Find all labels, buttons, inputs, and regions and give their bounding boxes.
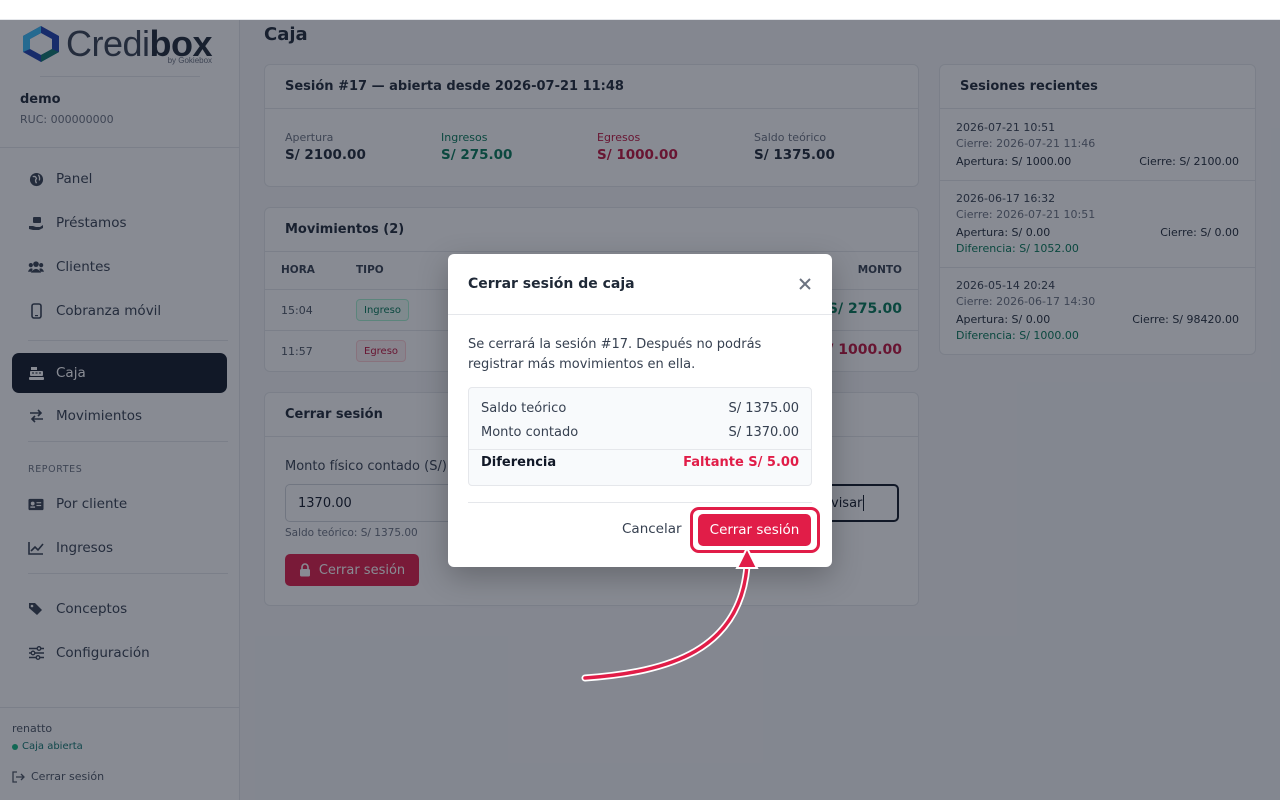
summary-difference-value: Faltante S/ 5.00 — [683, 455, 799, 470]
summary-value: S/ 1375.00 — [728, 401, 799, 416]
summary-value: S/ 1370.00 — [728, 425, 799, 440]
divider — [469, 449, 811, 450]
summary-label: Saldo teórico — [481, 401, 567, 416]
divider — [468, 502, 812, 503]
summary-row: Saldo teórico S/ 1375.00 — [481, 401, 799, 416]
summary-label: Diferencia — [481, 455, 557, 470]
close-icon[interactable] — [796, 275, 814, 293]
summary-difference-row: Diferencia Faltante S/ 5.00 — [481, 455, 799, 470]
cancel-button[interactable]: Cancelar — [622, 521, 682, 537]
summary-row: Monto contado S/ 1370.00 — [481, 425, 799, 440]
browser-top-strip — [0, 0, 1280, 20]
summary-label: Monto contado — [481, 425, 579, 440]
pointer-arrow-icon — [581, 545, 759, 682]
dialog-title: Cerrar sesión de caja — [448, 254, 832, 315]
dialog-message: Se cerrará la sesión #17. Después no pod… — [468, 337, 762, 372]
close-summary: Saldo teórico S/ 1375.00 Monto contado S… — [468, 387, 812, 486]
